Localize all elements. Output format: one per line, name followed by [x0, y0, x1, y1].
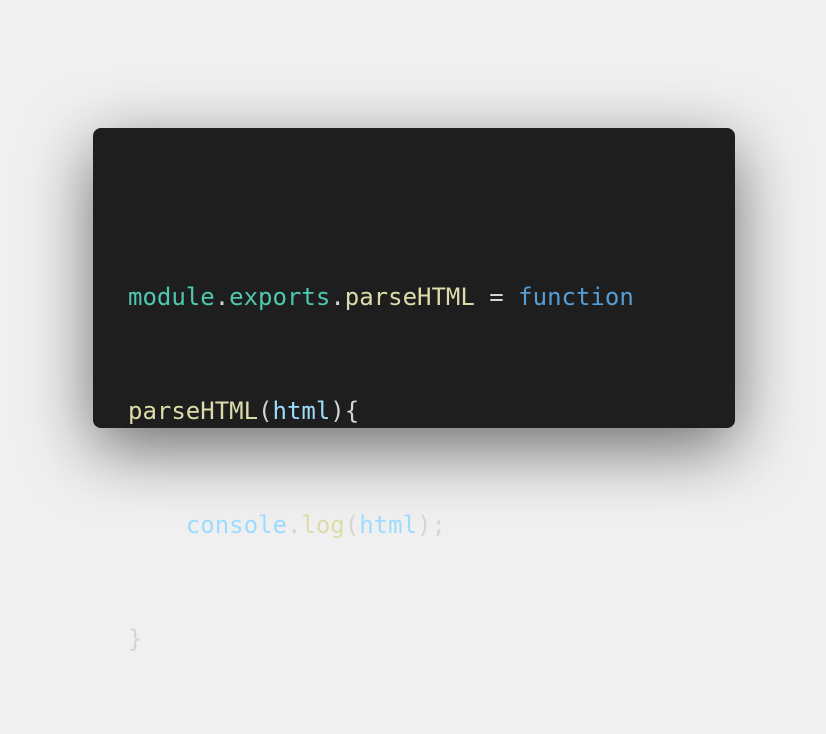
- code-token: parseHTML: [344, 283, 475, 311]
- code-token: html: [359, 511, 418, 539]
- code-token: );: [417, 511, 446, 539]
- code-snippet-window: module.exports.parseHTML = function pars…: [93, 128, 735, 653]
- code-token: log: [301, 511, 345, 539]
- code-line-2: parseHTML(html){: [128, 392, 634, 430]
- code-token: exports: [229, 283, 331, 311]
- code-token: module: [128, 283, 215, 311]
- code-token: .: [214, 283, 230, 311]
- code-token: console: [185, 511, 287, 539]
- code-line-3: console.log(html);: [128, 506, 634, 544]
- code-token: html: [272, 397, 331, 425]
- code-block: module.exports.parseHTML = function pars…: [128, 240, 634, 734]
- code-token: =: [474, 283, 519, 311]
- code-token: ){: [330, 397, 360, 425]
- code-token: function: [518, 283, 634, 311]
- code-token: (: [344, 511, 360, 539]
- code-token: parseHTML: [128, 397, 259, 425]
- code-token: (: [258, 397, 273, 425]
- code-line-4: }: [128, 620, 634, 658]
- code-token: .: [330, 283, 345, 311]
- code-token: }: [128, 625, 143, 653]
- code-line-1: module.exports.parseHTML = function: [128, 278, 634, 316]
- code-token: .: [286, 511, 302, 539]
